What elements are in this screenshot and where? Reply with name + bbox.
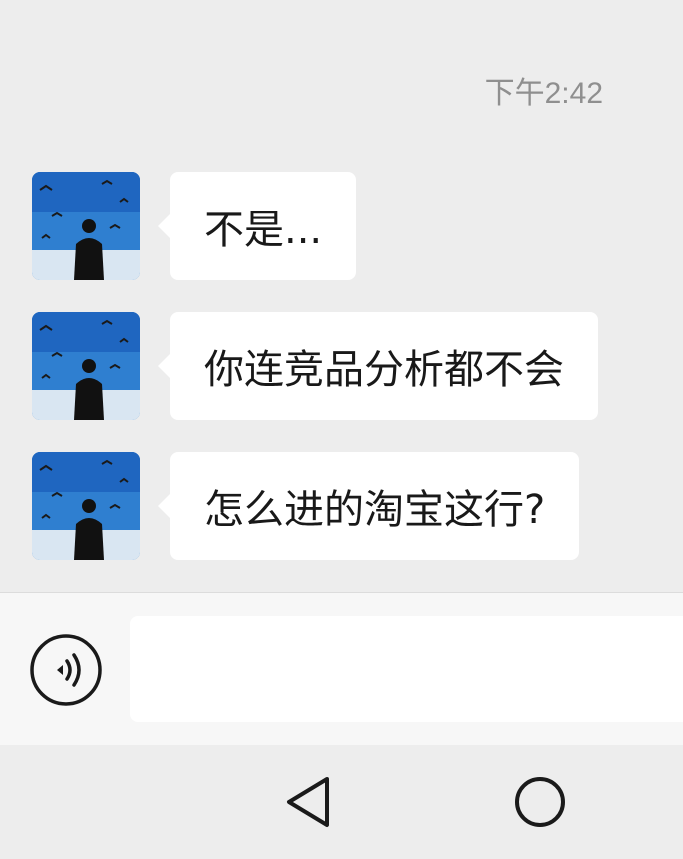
- message-bubble[interactable]: 你连竞品分析都不会: [158, 312, 598, 420]
- message-row: 你连竞品分析都不会: [32, 312, 598, 420]
- message-bubble[interactable]: 怎么进的淘宝这行?: [157, 452, 580, 560]
- message-bubble[interactable]: 不是...: [157, 172, 357, 280]
- back-triangle-icon[interactable]: [284, 775, 334, 829]
- message-timestamp: 下午2:42: [484, 77, 603, 110]
- avatar[interactable]: [32, 452, 140, 560]
- composer-bar: [0, 592, 683, 745]
- avatar[interactable]: [32, 172, 140, 280]
- message-input[interactable]: [130, 616, 683, 722]
- voice-icon[interactable]: [29, 633, 103, 707]
- home-circle-icon[interactable]: [513, 775, 567, 829]
- message-row: 怎么进的淘宝这行?: [32, 452, 580, 560]
- avatar[interactable]: [32, 312, 140, 420]
- message-row: 不是...: [32, 172, 357, 280]
- system-nav-bar: [0, 745, 683, 859]
